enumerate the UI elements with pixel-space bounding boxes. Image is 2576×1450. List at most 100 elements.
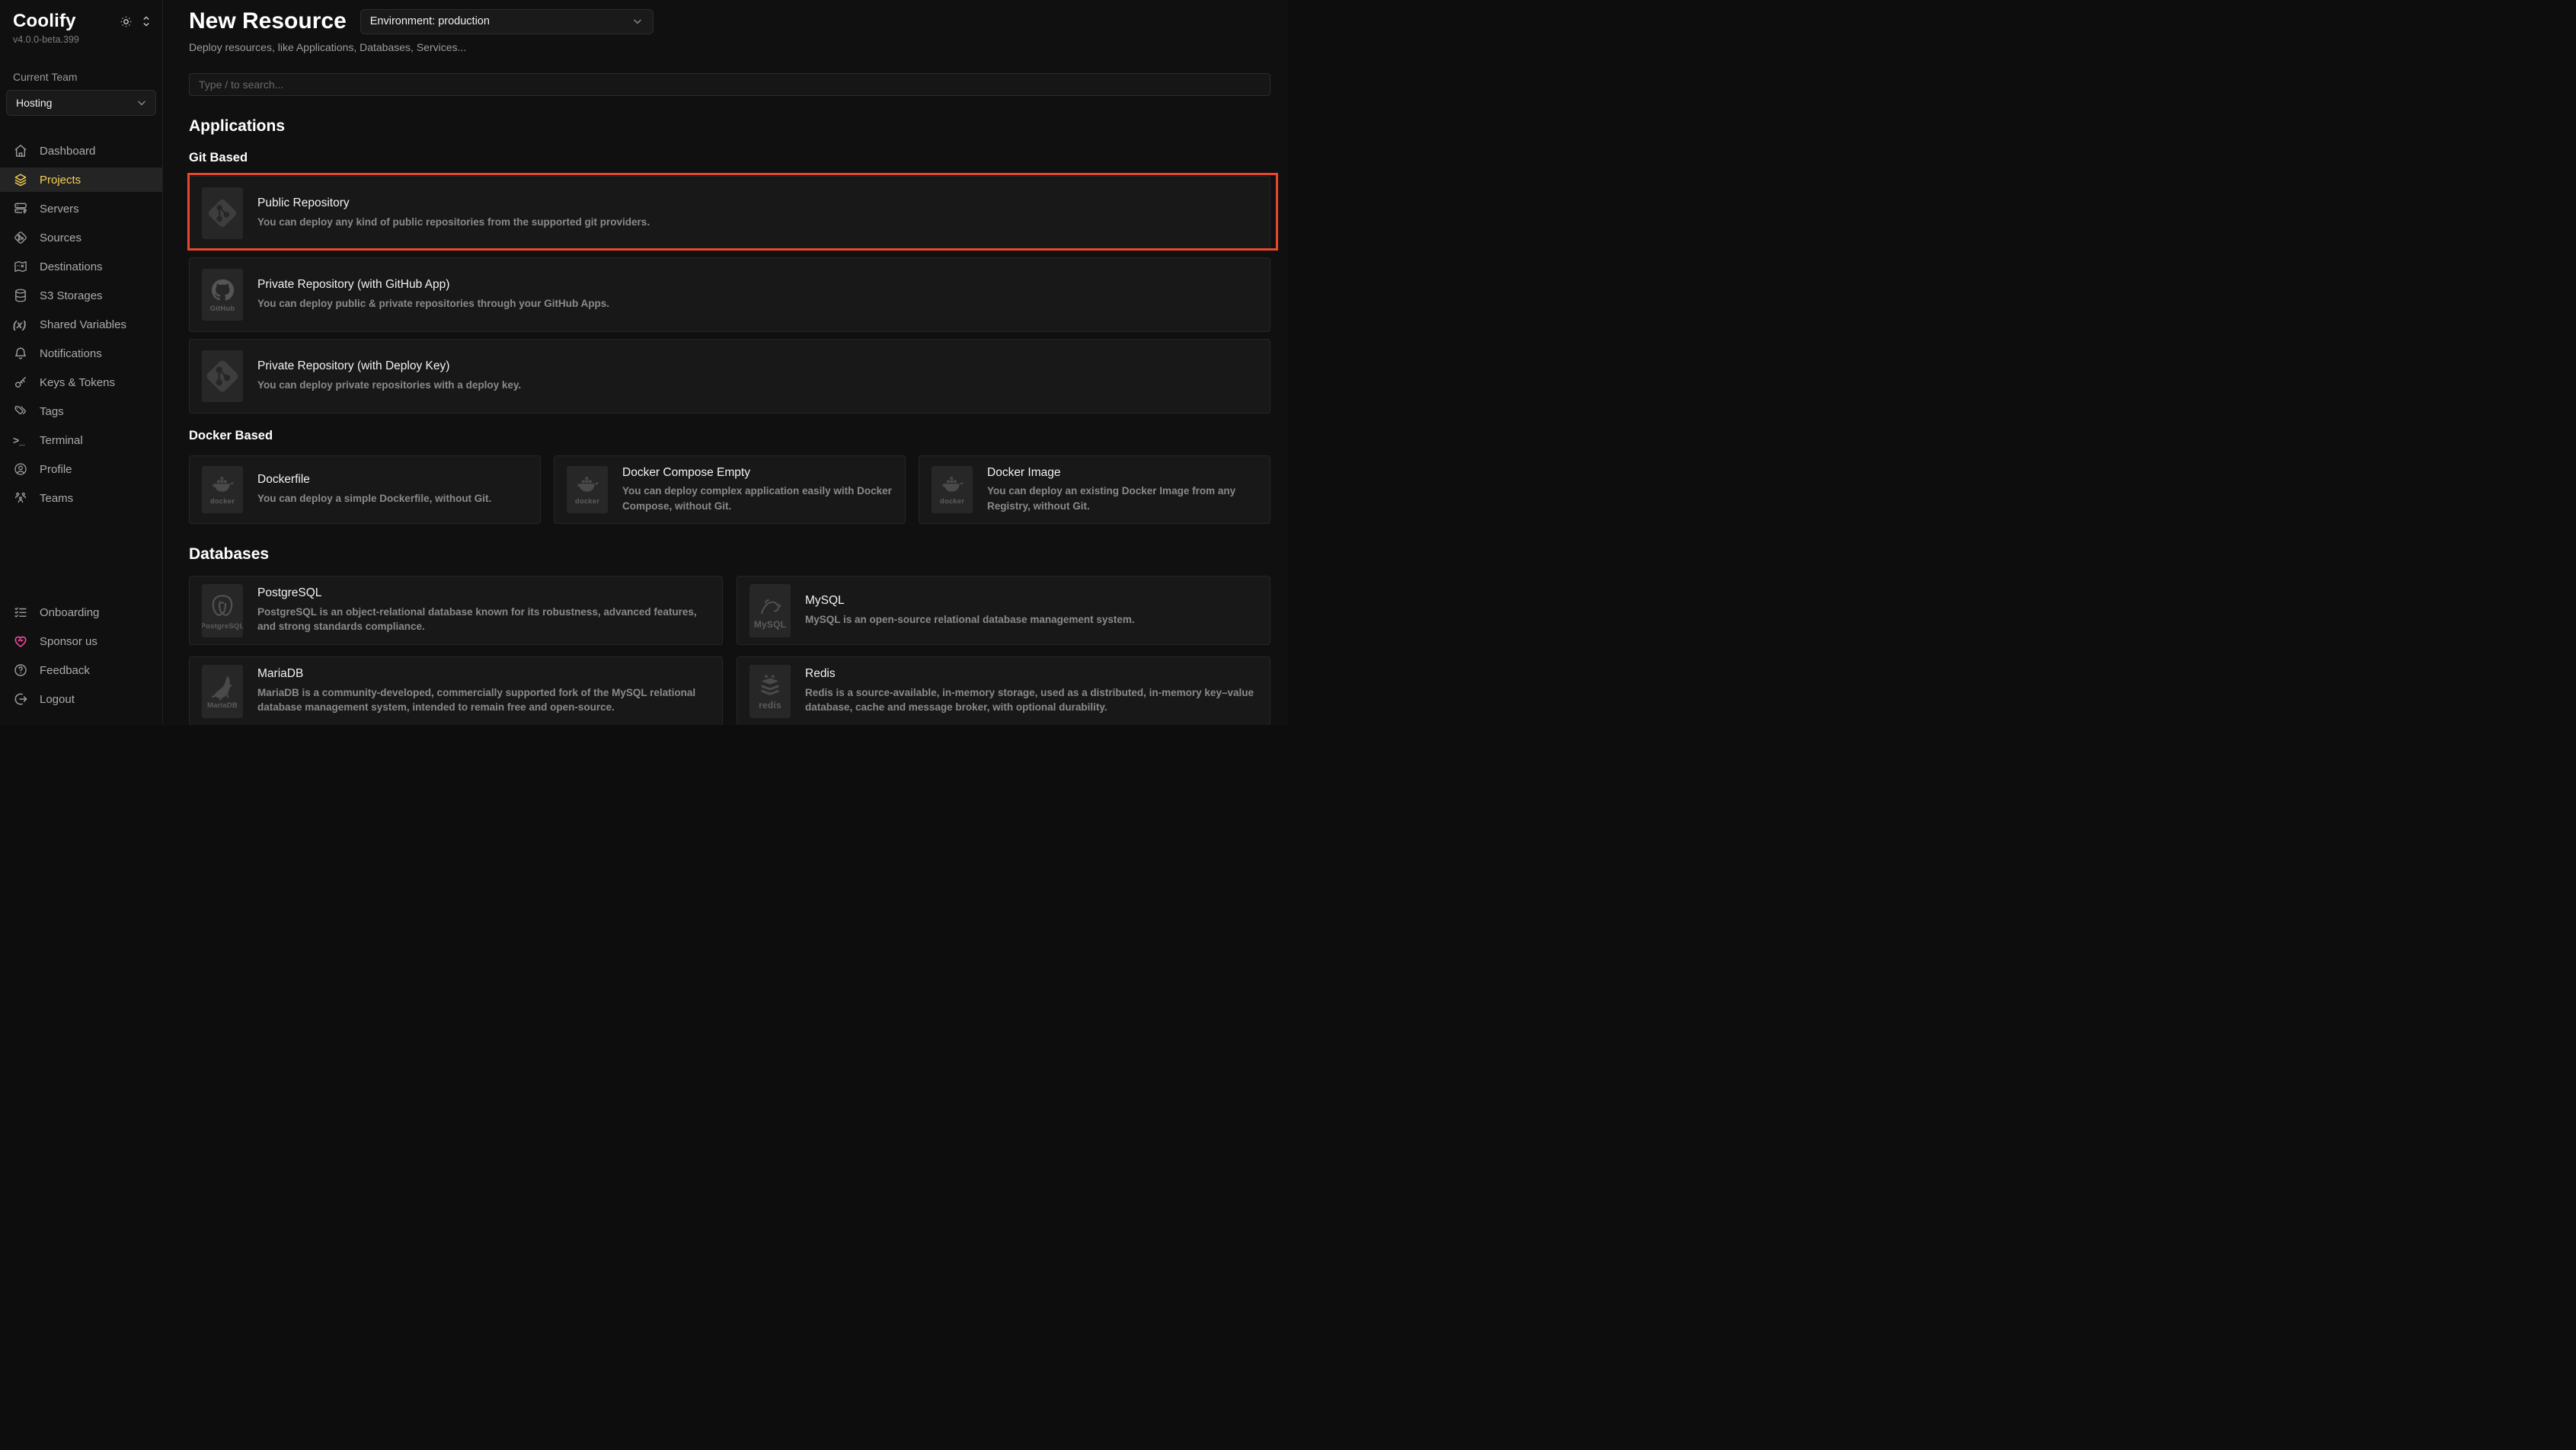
sidebar-footer: Onboarding Sponsor us Feedback Logout bbox=[0, 600, 162, 725]
help-icon bbox=[13, 663, 28, 678]
card-docker-compose-empty[interactable]: docker Docker Compose Empty You can depl… bbox=[554, 455, 906, 524]
sidebar-item-label: Tags bbox=[40, 405, 64, 418]
sidebar-item-terminal[interactable]: >_ Terminal bbox=[0, 428, 162, 452]
github-logo: GitHub bbox=[202, 269, 243, 321]
page-subtitle: Deploy resources, like Applications, Dat… bbox=[189, 41, 1270, 53]
sidebar-item-sources[interactable]: Sources bbox=[0, 225, 162, 250]
user-icon bbox=[13, 462, 28, 477]
sidebar-item-onboarding[interactable]: Onboarding bbox=[0, 600, 162, 624]
card-dockerfile[interactable]: docker Dockerfile You can deploy a simpl… bbox=[189, 455, 541, 524]
sidebar-item-label: Onboarding bbox=[40, 606, 99, 619]
team-select[interactable]: Hosting bbox=[6, 90, 156, 116]
card-mysql[interactable]: MySQL MySQL MySQL is an open-source rela… bbox=[737, 576, 1270, 645]
mariadb-wordmark: MariaDB bbox=[207, 702, 238, 710]
app-version: v4.0.0-beta.399 bbox=[0, 34, 162, 45]
sidebar-item-label: Logout bbox=[40, 693, 75, 706]
sidebar-item-label: Servers bbox=[40, 203, 79, 216]
sidebar-item-shared-variables[interactable]: (x) Shared Variables bbox=[0, 312, 162, 337]
card-description: You can deploy a simple Dockerfile, with… bbox=[257, 491, 491, 506]
sidebar-item-servers[interactable]: Servers bbox=[0, 196, 162, 221]
git-icon bbox=[13, 230, 28, 245]
docker-wordmark: docker bbox=[940, 498, 964, 506]
sidebar-item-label: Profile bbox=[40, 463, 72, 476]
card-title: Docker Compose Empty bbox=[622, 466, 893, 481]
card-postgresql[interactable]: PostgreSQL PostgreSQL PostgreSQL is an o… bbox=[189, 576, 723, 645]
card-title: Docker Image bbox=[987, 466, 1258, 481]
card-docker-image[interactable]: docker Docker Image You can deploy an ex… bbox=[919, 455, 1270, 524]
sidebar-item-keys-tokens[interactable]: Keys & Tokens bbox=[0, 370, 162, 394]
postgresql-wordmark: PostgreSQL bbox=[202, 623, 243, 631]
sidebar-item-label: Sponsor us bbox=[40, 635, 97, 648]
environment-select[interactable]: Environment: production bbox=[360, 9, 654, 34]
checklist-icon bbox=[13, 605, 28, 620]
sidebar-item-label: Keys & Tokens bbox=[40, 376, 115, 389]
docker-card-list: docker Dockerfile You can deploy a simpl… bbox=[189, 455, 1270, 524]
search-input[interactable] bbox=[189, 73, 1270, 96]
sidebar-item-projects[interactable]: Projects bbox=[0, 168, 162, 192]
card-title: MySQL bbox=[805, 594, 1135, 608]
card-title: Redis bbox=[805, 667, 1258, 682]
mysql-wordmark: MySQL bbox=[754, 620, 786, 629]
sidebar-item-teams[interactable]: Teams bbox=[0, 486, 162, 510]
card-description: You can deploy any kind of public reposi… bbox=[257, 215, 650, 230]
home-icon bbox=[13, 143, 28, 158]
sidebar-item-destinations[interactable]: Destinations bbox=[0, 254, 162, 279]
environment-select-value: Environment: production bbox=[370, 15, 490, 27]
sidebar-item-label: Dashboard bbox=[40, 145, 95, 158]
card-title: MariaDB bbox=[257, 667, 710, 682]
sidebar-item-label: Feedback bbox=[40, 664, 90, 677]
sidebar-item-label: Projects bbox=[40, 174, 81, 187]
database-card-list: PostgreSQL PostgreSQL PostgreSQL is an o… bbox=[189, 576, 1270, 725]
sidebar-item-tags[interactable]: Tags bbox=[0, 399, 162, 423]
terminal-icon: >_ bbox=[13, 434, 28, 446]
sidebar: Coolify v4.0.0-beta.399 Current Team Hos… bbox=[0, 0, 163, 725]
app-logo: Coolify bbox=[13, 11, 76, 32]
sidebar-item-s3-storages[interactable]: S3 Storages bbox=[0, 283, 162, 308]
card-title: Public Repository bbox=[257, 196, 650, 211]
card-description: You can deploy an existing Docker Image … bbox=[987, 484, 1258, 513]
docker-logo: docker bbox=[567, 466, 608, 513]
sidebar-item-label: Destinations bbox=[40, 260, 103, 273]
theme-selector-chevrons-icon[interactable] bbox=[141, 14, 152, 28]
sidebar-item-feedback[interactable]: Feedback bbox=[0, 658, 162, 682]
map-icon bbox=[13, 259, 28, 274]
card-title: Private Repository (with Deploy Key) bbox=[257, 359, 521, 374]
tags-icon bbox=[13, 404, 28, 419]
redis-wordmark: redis bbox=[759, 701, 781, 710]
docker-wordmark: docker bbox=[575, 498, 599, 506]
layers-icon bbox=[13, 172, 28, 187]
docker-wordmark: docker bbox=[210, 498, 235, 506]
mariadb-logo: MariaDB bbox=[202, 665, 243, 718]
key-icon bbox=[13, 375, 28, 390]
sidebar-item-sponsor-us[interactable]: Sponsor us bbox=[0, 629, 162, 653]
postgresql-logo: PostgreSQL bbox=[202, 584, 243, 637]
card-title: Dockerfile bbox=[257, 473, 491, 487]
card-public-repository[interactable]: Public Repository You can deploy any kin… bbox=[189, 176, 1270, 251]
sidebar-nav: Dashboard Projects Servers Sources Desti… bbox=[0, 139, 162, 515]
sidebar-item-label: Terminal bbox=[40, 434, 83, 447]
card-private-repository-deploy-key[interactable]: Private Repository (with Deploy Key) You… bbox=[189, 339, 1270, 414]
card-description: You can deploy public & private reposito… bbox=[257, 296, 609, 311]
sidebar-item-logout[interactable]: Logout bbox=[0, 687, 162, 711]
sidebar-item-dashboard[interactable]: Dashboard bbox=[0, 139, 162, 163]
team-select-value: Hosting bbox=[16, 97, 52, 109]
main-content: New Resource Environment: production Dep… bbox=[163, 0, 1288, 725]
theme-sun-icon[interactable] bbox=[119, 14, 133, 29]
docker-based-heading: Docker Based bbox=[189, 429, 1270, 443]
card-private-repository-github-app[interactable]: GitHub Private Repository (with GitHub A… bbox=[189, 257, 1270, 332]
sidebar-item-label: S3 Storages bbox=[40, 289, 103, 302]
card-redis[interactable]: redis Redis Redis is a source-available,… bbox=[737, 656, 1270, 725]
git-logo bbox=[202, 187, 243, 239]
git-based-heading: Git Based bbox=[189, 151, 1270, 165]
docker-logo: docker bbox=[202, 466, 243, 513]
card-description: Redis is a source-available, in-memory s… bbox=[805, 685, 1258, 715]
github-wordmark: GitHub bbox=[210, 305, 235, 313]
database-icon bbox=[13, 288, 28, 303]
bell-icon bbox=[13, 346, 28, 361]
card-mariadb[interactable]: MariaDB MariaDB MariaDB is a community-d… bbox=[189, 656, 723, 725]
card-description: PostgreSQL is an object-relational datab… bbox=[257, 605, 710, 634]
server-icon bbox=[13, 201, 28, 216]
sidebar-item-profile[interactable]: Profile bbox=[0, 457, 162, 481]
sidebar-item-label: Sources bbox=[40, 232, 81, 244]
sidebar-item-notifications[interactable]: Notifications bbox=[0, 341, 162, 366]
